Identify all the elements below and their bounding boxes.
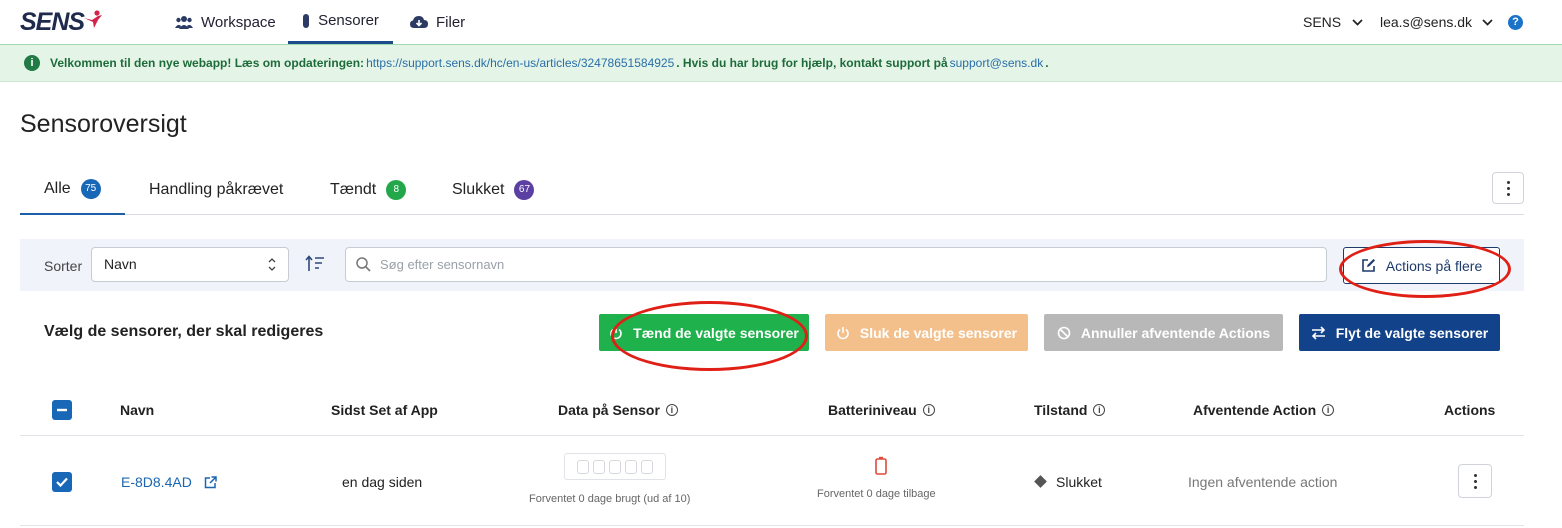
info-icon[interactable]: i: [665, 404, 678, 416]
tab-handling-paakraevet[interactable]: Handling påkrævet: [125, 165, 307, 215]
info-icon[interactable]: i: [1093, 404, 1106, 416]
state-off-icon: [1034, 475, 1047, 488]
col-battery[interactable]: Batteriniveau i: [828, 402, 935, 418]
last-seen-value: en dag siden: [342, 474, 423, 490]
table-row: E-8D8.4AD en dag siden Forventet 0 dage …: [20, 437, 1524, 526]
banner-end: .: [1045, 56, 1049, 70]
nav-filer[interactable]: Filer: [410, 0, 465, 44]
bulk-edit-label: Vælg de sensorer, der skal redigeres: [44, 323, 324, 340]
turn-off-label: Sluk de valgte sensorer: [859, 324, 1018, 341]
edit-icon: [1361, 258, 1376, 273]
sort-label: Sorter: [44, 258, 83, 274]
user-email: lea.s@sens.dk: [1380, 14, 1473, 30]
sort-direction-icon[interactable]: [305, 255, 325, 278]
user-menu[interactable]: lea.s@sens.dk: [1380, 0, 1493, 44]
actions-many-label: Actions på flere: [1385, 257, 1483, 274]
tab-handling-label: Handling påkrævet: [149, 181, 284, 198]
info-icon[interactable]: i: [1322, 404, 1335, 416]
minus-icon: [57, 408, 67, 412]
banner-article-link[interactable]: https://support.sens.dk/hc/en-us/article…: [366, 56, 674, 70]
col-pending[interactable]: Afventende Action i: [1193, 402, 1335, 418]
table-header: Navn Sidst Set af App Data på Sensor i Ba…: [20, 386, 1524, 436]
tab-alle[interactable]: Alle 75: [20, 165, 125, 215]
page-title: Sensoroversigt: [20, 110, 187, 138]
cancel-pending-label: Annuller afventende Actions: [1080, 324, 1271, 341]
logo-figure-icon: [84, 9, 103, 28]
col-actions: Actions: [1444, 402, 1496, 418]
tab-taendt-count: 8: [386, 180, 407, 200]
logo-text: SENS: [20, 8, 85, 36]
row-checkbox[interactable]: [52, 472, 72, 492]
select-arrows-icon: [268, 248, 276, 295]
kebab-icon: [1506, 180, 1510, 196]
banner-lead: Velkommen til den nye webapp! Læs om opd…: [50, 56, 365, 70]
ban-icon: [1057, 326, 1071, 340]
tab-slukket[interactable]: Slukket 67: [428, 165, 558, 215]
turn-off-selected-button[interactable]: Sluk de valgte sensorer: [825, 314, 1028, 351]
tab-taendt-label: Tændt: [330, 181, 377, 198]
col-state[interactable]: Tilstand i: [1034, 402, 1106, 418]
sens-logo[interactable]: SENS: [20, 8, 104, 37]
sensor-name-link[interactable]: E-8D8.4AD: [121, 474, 217, 490]
col-data[interactable]: Data på Sensor i: [558, 402, 678, 418]
tab-alle-count: 75: [80, 179, 101, 199]
pending-action-value: Ingen afventende action: [1188, 474, 1338, 490]
info-banner: i Velkommen til den nye webapp! Læs om o…: [0, 44, 1562, 82]
banner-support-email[interactable]: support@sens.dk: [950, 56, 1044, 70]
turn-on-selected-button[interactable]: Tænd de valgte sensorer: [599, 314, 809, 351]
power-icon: [609, 326, 623, 340]
sort-select[interactable]: Navn: [91, 247, 289, 282]
actions-many-button[interactable]: Actions på flere: [1343, 247, 1500, 284]
org-name: SENS: [1303, 14, 1342, 30]
status-tabs: Alle 75 Handling påkrævet Tændt 8 Slukke…: [20, 165, 1524, 215]
search-input[interactable]: [380, 248, 1310, 281]
row-actions-button[interactable]: [1458, 464, 1492, 498]
kebab-icon: [1473, 473, 1477, 489]
chevron-down-icon: [1482, 18, 1493, 26]
sensor-icon: [302, 13, 310, 28]
search-icon: [356, 257, 371, 277]
tabs-more-button[interactable]: [1492, 172, 1524, 204]
info-icon[interactable]: i: [922, 404, 935, 416]
battery-note: Forventet 0 dage tilbage: [817, 488, 936, 500]
sort-selected-value: Navn: [104, 256, 137, 272]
tab-slukket-label: Slukket: [452, 181, 505, 198]
turn-on-label: Tænd de valgte sensorer: [633, 324, 799, 341]
checkmark-icon: [56, 477, 68, 488]
nav-filer-label: Filer: [436, 13, 466, 31]
banner-middle: . Hvis du har brug for hjælp, kontakt su…: [676, 56, 948, 70]
help-icon[interactable]: ?: [1508, 15, 1523, 30]
nav-workspace-label: Workspace: [201, 13, 276, 31]
tab-alle-label: Alle: [44, 180, 71, 197]
info-icon: i: [24, 55, 40, 71]
top-navigation: SENS Workspace Sensorer Filer SENS lea.s…: [0, 0, 1562, 44]
col-name[interactable]: Navn: [120, 402, 154, 418]
filter-bar: Sorter Navn Actions på flere: [20, 239, 1524, 291]
state-value: Slukket: [1056, 474, 1102, 490]
nav-workspace[interactable]: Workspace: [175, 0, 276, 44]
swap-arrows-icon: [1311, 325, 1326, 340]
search-box: [345, 247, 1327, 282]
org-switcher[interactable]: SENS: [1303, 0, 1363, 44]
cloud-download-icon: [410, 15, 428, 29]
tab-taendt[interactable]: Tændt 8: [306, 165, 430, 215]
cancel-pending-button[interactable]: Annuller afventende Actions: [1044, 314, 1283, 351]
chevron-down-icon: [1352, 18, 1363, 26]
nav-sensorer[interactable]: Sensorer: [288, 0, 393, 44]
data-usage-indicator: [564, 453, 666, 480]
battery-empty-icon: [875, 456, 887, 480]
nav-sensorer-label: Sensorer: [318, 12, 379, 29]
external-link-icon: [204, 475, 217, 489]
tab-slukket-count: 67: [514, 180, 535, 200]
power-icon: [836, 326, 850, 340]
move-selected-button[interactable]: Flyt de valgte sensorer: [1299, 314, 1500, 351]
move-label: Flyt de valgte sensorer: [1335, 324, 1489, 341]
people-group-icon: [175, 15, 193, 29]
col-last-seen[interactable]: Sidst Set af App: [331, 402, 438, 418]
data-usage-note: Forventet 0 dage brugt (ud af 10): [529, 493, 691, 505]
select-all-checkbox[interactable]: [52, 400, 72, 420]
